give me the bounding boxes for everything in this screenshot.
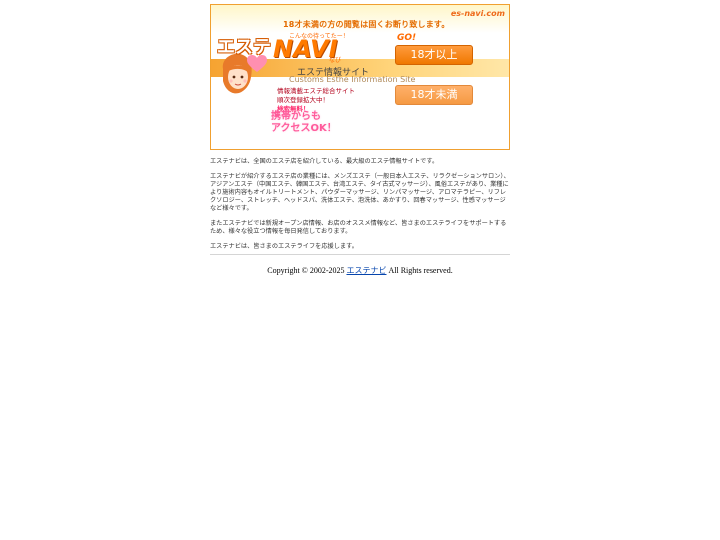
copyright: Copyright © 2002-2025 エステナビ All Rights r… [0, 265, 720, 276]
site-banner: 18才未満の方の閲覧は固くお断り致します。 es-navi.com エステ NA… [210, 4, 510, 150]
page: 18才未満の方の閲覧は固くお断り致します。 es-navi.com エステ NA… [0, 0, 720, 540]
intro-paragraph-2: エステナビが紹介するエステ店の業種には、メンズエステ（一般日本人エステ、リラクゼ… [210, 173, 510, 212]
mobile-access-text: 携帯からも アクセスOK！ [271, 111, 337, 134]
enter-18plus-button[interactable]: 18才以上 [395, 45, 473, 65]
domain-text: es-navi.com [450, 9, 505, 18]
age-warning: 18才未満の方の閲覧は固くお断り致します。 [283, 20, 450, 29]
logo-esthe: エステ [217, 37, 271, 58]
go-label: GO! [397, 33, 417, 43]
copyright-prefix: Copyright © 2002-2025 [267, 266, 347, 275]
copyright-suffix: All Rights reserved. [386, 266, 453, 275]
under-18-button[interactable]: 18才未満 [395, 85, 473, 105]
intro-paragraph-1: エステナビは、全国のエステ店を紹介している、最大級のエステ情報サイトです。 [210, 158, 439, 165]
subtitle-en: Customs Esthe Information Site [289, 75, 416, 84]
divider [210, 254, 510, 255]
catchphrase: こんなの待ってたー！ [289, 33, 349, 40]
intro-paragraph-3: またエステナビでは新規オープン店情報、お店のオススメ情報など、皆さまのエステライ… [210, 220, 507, 235]
intro-text: エステナビは、全国のエステ店を紹介している、最大級のエステ情報サイトです。 エス… [210, 158, 510, 258]
logo-tag: なび [329, 57, 342, 64]
intro-paragraph-4: エステナビは、皆さまのエステライフを応援します。 [210, 243, 358, 250]
site-link[interactable]: エステナビ [346, 266, 386, 275]
